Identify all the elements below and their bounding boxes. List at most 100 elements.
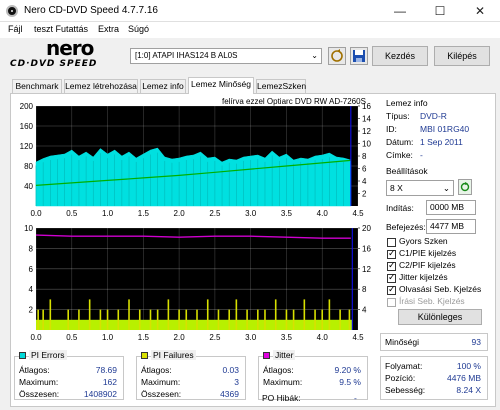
pie-x-tick: 3.0	[245, 209, 257, 218]
pif-spike	[328, 299, 331, 330]
toolbar: nero CD·DVD SPEED [1:0] ATAPI IHAS124 B …	[0, 36, 500, 72]
pif-spike	[99, 309, 102, 330]
tab-disc-scan[interactable]: LemezSzken	[256, 79, 306, 94]
progress-value: 100 %	[456, 361, 481, 371]
jitter-avg-label: Átlagos:	[263, 365, 294, 375]
disc-type-value: DVD-R	[420, 111, 447, 121]
pie-y-tick-right: 10	[362, 140, 371, 149]
jitter-label: Jitter kijelzés	[399, 272, 448, 282]
jitter-swatch	[263, 352, 270, 359]
tab-disc-info[interactable]: Lemez info	[140, 79, 186, 94]
advanced-button[interactable]: Különleges	[398, 309, 482, 325]
exit-button[interactable]: Kilépés	[434, 46, 490, 66]
write-speed-checkbox	[387, 298, 396, 307]
read-speed-label: Olvasási Seb. Kjelzés	[399, 284, 482, 294]
pie-y-tick-left: 160	[20, 122, 34, 131]
jitter-max-label: Maximum:	[263, 377, 303, 387]
pif-spike	[285, 309, 288, 330]
tab-benchmark[interactable]: Benchmark	[12, 79, 62, 94]
pi-errors-avg-label: Átlagos:	[19, 365, 50, 375]
pi-errors-avg-value: 78.69	[95, 365, 117, 375]
c1-pie-label: C1/PIE kijelzés	[399, 248, 457, 258]
pif-spike	[196, 309, 198, 330]
menu-file[interactable]: Fájl	[8, 24, 23, 34]
pi-errors-chart: 200 160 120 80 40 16 14 12 10 8 6 4 2 0.0 0.5 1.0 1.5 2.0…	[20, 102, 372, 218]
pif-x-tick: 0.5	[66, 333, 78, 342]
maximize-button[interactable]: ☐	[420, 0, 460, 22]
menu-test-run[interactable]: teszt Futattás	[34, 24, 88, 34]
pi-errors-box: Átlagos: 78.69 Maximum: 162 Összesen: 14…	[14, 356, 124, 400]
tab-create-disc[interactable]: Lemez létrehozása	[64, 79, 138, 94]
drive-select[interactable]: [1:0] ATAPI IHAS124 B AL0S ⌄	[130, 48, 322, 64]
jitter-title: Jitter	[273, 350, 296, 360]
quality-box: Minőségi 93	[380, 333, 488, 351]
pif-spike	[339, 309, 341, 330]
start-pos-input[interactable]: 0000 MB	[426, 200, 476, 215]
pie-x-tick: 1.0	[102, 209, 114, 218]
pif-x-tick: 4.5	[352, 333, 364, 342]
pie-x-tick: 0.5	[66, 209, 78, 218]
nero-logo: nero CD·DVD SPEED	[8, 36, 130, 72]
c2-pif-checkbox[interactable]	[387, 260, 396, 271]
speed-select[interactable]: 8 X ⌄	[386, 180, 454, 196]
disc-id-label: ID:	[386, 124, 397, 134]
jitter-avg-value: 9.20 %	[334, 365, 361, 375]
read-speed-checkbox[interactable]	[387, 284, 396, 295]
pie-y-tick-right: 14	[362, 115, 371, 124]
c1-pie-checkbox[interactable]	[387, 248, 396, 259]
pie-x-tick: 3.5	[281, 209, 293, 218]
start-button[interactable]: Kezdés	[372, 46, 428, 66]
progress-label: Folyamat:	[385, 361, 423, 371]
pif-spike	[303, 299, 306, 330]
pif-spike	[274, 299, 277, 330]
disc-date-label: Dátum:	[386, 137, 414, 147]
c2-pif-label: C2/PIF kijelzés	[399, 260, 456, 270]
disc-label-value: -	[420, 150, 423, 160]
pi-errors-title: PI Errors	[29, 350, 67, 360]
jitter-checkbox[interactable]	[387, 272, 396, 283]
jitter-max-value: 9.5 %	[339, 377, 361, 387]
end-pos-input[interactable]: 4477 MB	[426, 219, 476, 234]
pif-spike	[314, 309, 316, 330]
pif-y-tick-left: 2	[29, 306, 34, 315]
save-icon[interactable]	[350, 47, 368, 65]
pif-spike	[264, 309, 266, 330]
pie-y-tick-right: 4	[362, 177, 367, 186]
refresh-drive-icon[interactable]	[328, 47, 346, 65]
pif-y-tick-left: 6	[29, 265, 34, 274]
settings-heading: Beállítások	[386, 166, 428, 176]
quick-scan-label: Gyors Szken	[399, 236, 448, 246]
tab-disc-quality[interactable]: Lemez Minőség	[188, 77, 254, 94]
po-errors-label: PO Hibák:	[262, 393, 301, 403]
pie-y-tick-left: 120	[20, 142, 34, 151]
pif-spike	[321, 309, 324, 330]
pif-spike	[206, 299, 209, 330]
pif-spike	[292, 309, 295, 330]
pif-x-tick: 3.0	[245, 333, 257, 342]
menu-help[interactable]: Súgó	[128, 24, 149, 34]
pif-spike	[78, 309, 80, 330]
pi-failures-avg-label: Átlagos:	[141, 365, 172, 375]
minimize-button[interactable]: —	[380, 0, 420, 22]
pie-y-tick-right: 16	[362, 102, 371, 111]
refresh-speed-icon[interactable]	[458, 179, 472, 195]
pif-y-tick-left: 10	[24, 224, 33, 233]
disc-date-value: 1 Sep 2011	[420, 137, 463, 147]
pi-failures-max-label: Maximum:	[141, 377, 181, 387]
menu-extra[interactable]: Extra	[98, 24, 119, 34]
pif-y-tick-right: 20	[362, 224, 371, 233]
title-bar: Nero CD-DVD Speed 4.7.7.16 — ☐ ✕	[0, 0, 500, 22]
close-button[interactable]: ✕	[460, 0, 500, 22]
pi-errors-total-value: 1408902	[83, 389, 117, 399]
pi-failures-avg-value: 0.03	[222, 365, 239, 375]
quick-scan-checkbox[interactable]	[387, 238, 396, 247]
pi-failures-swatch	[141, 352, 148, 359]
pie-x-tick: 2.0	[174, 209, 186, 218]
pi-failures-title: PI Failures	[151, 350, 196, 360]
window-title: Nero CD-DVD Speed 4.7.7.16	[24, 5, 158, 16]
pif-spike	[49, 299, 52, 330]
pif-spike	[117, 309, 120, 330]
pie-y-tick-left: 80	[24, 162, 33, 171]
pie-x-tick: 4.0	[317, 209, 329, 218]
disc-type-label: Típus:	[386, 111, 410, 121]
